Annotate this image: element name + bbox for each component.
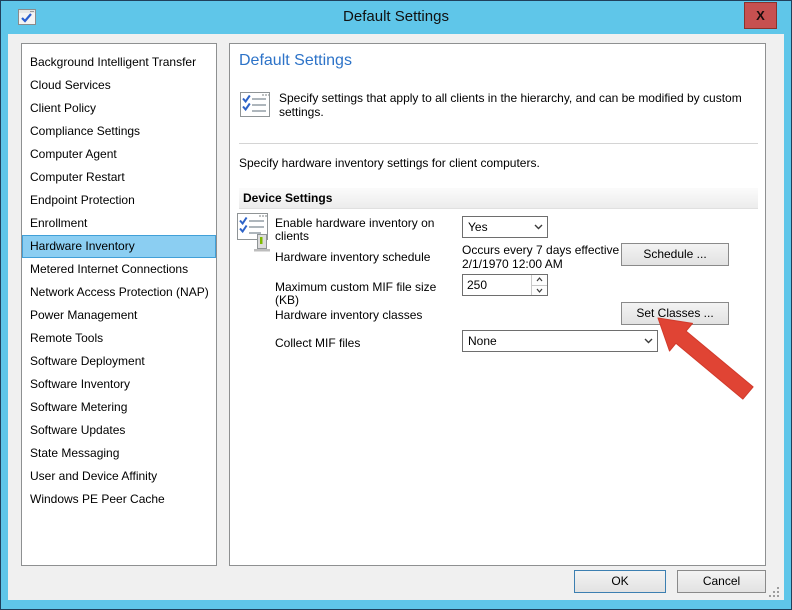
dialog-content: Background Intelligent Transfer Cloud Se… (8, 34, 784, 600)
sidebar-item-software-metering[interactable]: Software Metering (22, 396, 216, 419)
resize-grip[interactable] (767, 585, 779, 597)
sidebar-item-software-inventory[interactable]: Software Inventory (22, 373, 216, 396)
max-mif-file-size-label: Maximum custom MIF file size (KB) (275, 280, 437, 307)
checklist-icon (240, 92, 270, 117)
selected-value: None (468, 334, 497, 348)
default-settings-dialog: Default Settings X Background Intelligen… (0, 0, 792, 610)
sidebar-item-user-and-device-affinity[interactable]: User and Device Affinity (22, 465, 216, 488)
schedule-summary-text: Occurs every 7 days effective 2/1/1970 1… (462, 243, 620, 271)
hardware-inventory-description: Specify hardware inventory settings for … (239, 156, 540, 170)
spinner-value: 250 (467, 278, 488, 292)
spinner-buttons (531, 275, 547, 295)
sidebar-item-computer-restart[interactable]: Computer Restart (22, 166, 216, 189)
sidebar-item-endpoint-protection[interactable]: Endpoint Protection (22, 189, 216, 212)
chevron-down-icon (529, 224, 547, 230)
sidebar-item-network-access-protection[interactable]: Network Access Protection (NAP) (22, 281, 216, 304)
sidebar-item-power-management[interactable]: Power Management (22, 304, 216, 327)
hardware-inventory-schedule-label: Hardware inventory schedule (275, 250, 431, 264)
sidebar-item-software-deployment[interactable]: Software Deployment (22, 350, 216, 373)
max-mif-file-size-spinner[interactable]: 250 (462, 274, 548, 296)
sidebar-item-enrollment[interactable]: Enrollment (22, 212, 216, 235)
chevron-down-icon (639, 338, 657, 344)
sidebar-item-remote-tools[interactable]: Remote Tools (22, 327, 216, 350)
collect-mif-files-select[interactable]: None (462, 330, 658, 352)
enable-hardware-inventory-select[interactable]: Yes (462, 216, 548, 238)
cancel-button[interactable]: Cancel (677, 570, 766, 593)
group-title: Device Settings (243, 191, 333, 205)
sidebar-item-windows-pe-peer-cache[interactable]: Windows PE Peer Cache (22, 488, 216, 511)
set-classes-button[interactable]: Set Classes ... (621, 302, 729, 325)
hardware-inventory-classes-label: Hardware inventory classes (275, 308, 423, 322)
sidebar-item-software-updates[interactable]: Software Updates (22, 419, 216, 442)
sidebar-item-compliance-settings[interactable]: Compliance Settings (22, 120, 216, 143)
title-bar[interactable]: Default Settings X (1, 1, 791, 34)
selected-value: Yes (468, 220, 488, 234)
settings-category-list: Background Intelligent Transfer Cloud Se… (21, 43, 217, 566)
separator (239, 143, 758, 144)
page-title: Default Settings (239, 52, 352, 69)
enable-hardware-inventory-label: Enable hardware inventory on clients (275, 216, 435, 243)
sidebar-item-cloud-services[interactable]: Cloud Services (22, 74, 216, 97)
ok-button[interactable]: OK (574, 570, 666, 593)
sidebar-item-hardware-inventory[interactable]: Hardware Inventory (22, 235, 216, 258)
spinner-up-button[interactable] (532, 275, 547, 285)
window-title: Default Settings (343, 8, 449, 25)
device-settings-icon (237, 213, 270, 252)
intro-text: Specify settings that apply to all clien… (279, 90, 742, 119)
sidebar-item-state-messaging[interactable]: State Messaging (22, 442, 216, 465)
sidebar-item-background-intelligent-transfer[interactable]: Background Intelligent Transfer (22, 51, 216, 74)
schedule-button[interactable]: Schedule ... (621, 243, 729, 266)
sidebar-item-metered-internet-connections[interactable]: Metered Internet Connections (22, 258, 216, 281)
close-button[interactable]: X (744, 2, 777, 29)
spinner-down-button[interactable] (532, 284, 547, 295)
sidebar-item-client-policy[interactable]: Client Policy (22, 97, 216, 120)
sidebar-item-computer-agent[interactable]: Computer Agent (22, 143, 216, 166)
settings-panel: Default Settings Specify settings that a… (229, 43, 766, 566)
device-settings-group-header: Device Settings (239, 188, 758, 209)
collect-mif-files-label: Collect MIF files (275, 336, 361, 350)
